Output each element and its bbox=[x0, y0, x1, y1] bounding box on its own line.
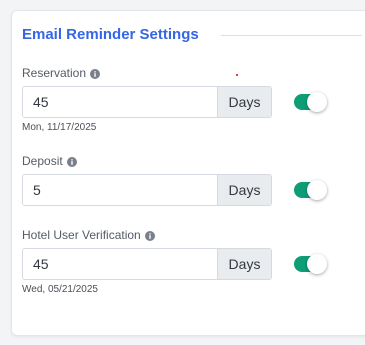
reservation-days-input-group: Days bbox=[22, 86, 272, 118]
section-divider bbox=[220, 35, 362, 36]
info-icon[interactable] bbox=[66, 156, 77, 167]
info-icon[interactable] bbox=[90, 68, 101, 79]
section-header: Email Reminder Settings bbox=[22, 26, 362, 43]
deposit-label: Deposit bbox=[22, 154, 63, 168]
section-title: Email Reminder Settings bbox=[22, 26, 199, 43]
hotel-user-verification-days-input-group: Days bbox=[22, 248, 272, 280]
reservation-reminder-date: Mon, 11/17/2025 bbox=[22, 122, 97, 133]
toggle-knob bbox=[307, 180, 327, 200]
hotel-user-verification-field: Hotel User Verification Days Wed, 05/21/… bbox=[22, 227, 352, 295]
reservation-label: Reservation bbox=[22, 66, 87, 80]
deposit-days-input[interactable] bbox=[23, 175, 217, 205]
info-icon[interactable] bbox=[144, 230, 155, 241]
toggle-knob bbox=[307, 254, 327, 274]
deposit-days-input-group: Days bbox=[22, 174, 272, 206]
toggle-knob bbox=[307, 92, 327, 112]
deposit-days-unit: Days bbox=[217, 175, 271, 205]
deposit-field: Deposit Days bbox=[22, 153, 352, 206]
hotel-user-verification-label: Hotel User Verification bbox=[22, 228, 141, 242]
reservation-days-input[interactable] bbox=[23, 87, 217, 117]
hotel-user-verification-days-input[interactable] bbox=[23, 249, 217, 279]
deposit-reminder-toggle[interactable] bbox=[294, 180, 327, 200]
hotel-user-verification-reminder-date: Wed, 05/21/2025 bbox=[22, 284, 98, 295]
hotel-user-verification-days-unit: Days bbox=[217, 249, 271, 279]
reservation-field: Reservation Days Mon, 11/17/2025 bbox=[22, 65, 352, 133]
reservation-reminder-toggle[interactable] bbox=[294, 92, 327, 112]
reservation-days-unit: Days bbox=[217, 87, 271, 117]
hotel-user-verification-reminder-toggle[interactable] bbox=[294, 254, 327, 274]
